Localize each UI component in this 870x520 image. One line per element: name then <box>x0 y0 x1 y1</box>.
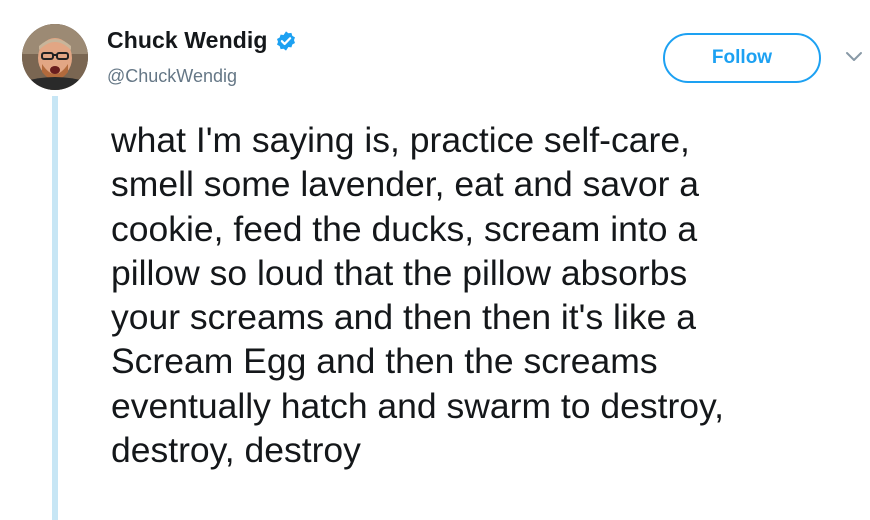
author-display-name[interactable]: Chuck Wendig <box>107 27 268 54</box>
thread-line <box>52 96 58 520</box>
avatar-image <box>22 24 88 90</box>
verified-badge-icon <box>275 30 297 52</box>
author-name-row: Chuck Wendig <box>107 27 297 54</box>
tweet-card: Chuck Wendig @ChuckWendig Follow what I'… <box>0 0 870 520</box>
tweet-text: what I'm saying is, practice self-care, … <box>111 120 725 471</box>
follow-button[interactable]: Follow <box>663 33 821 83</box>
avatar[interactable] <box>22 24 88 90</box>
chevron-down-icon[interactable] <box>844 50 864 64</box>
author-handle[interactable]: @ChuckWendig <box>107 66 237 87</box>
